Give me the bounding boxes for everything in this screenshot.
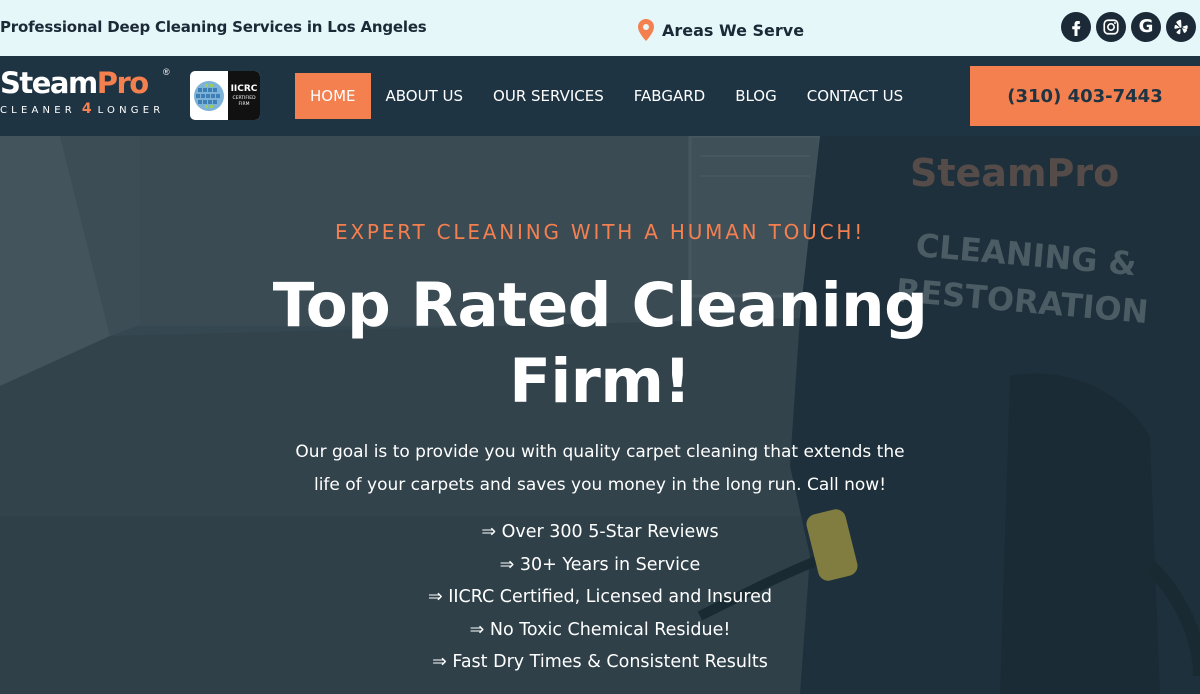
nav-our-services[interactable]: OUR SERVICES — [478, 73, 619, 119]
nav-blog[interactable]: BLOG — [720, 73, 792, 119]
benefit-item: ⇒ IICRC Certified, Licensed and Insured — [427, 587, 773, 607]
map-pin-icon — [638, 19, 654, 41]
hero-headline: Top Rated Cleaning Firm! — [272, 270, 928, 417]
yelp-link[interactable] — [1166, 12, 1196, 42]
instagram-icon — [1103, 19, 1119, 35]
phone-call-button[interactable]: (310) 403-7443 — [970, 66, 1200, 126]
badge-title: IICRC — [230, 83, 258, 94]
areas-label: Areas We Serve — [662, 20, 805, 40]
areas-we-serve-link[interactable]: Areas We Serve — [638, 19, 804, 41]
main-header: SteamPro ® CLEANER 4 LONGER IICRC CERTIFIE… — [0, 56, 1200, 136]
steampro-logo[interactable]: SteamPro ® CLEANER 4 LONGER — [0, 67, 175, 121]
hero-section: SteamPro CLEANING & RESTORATION EXPERT C… — [0, 136, 1200, 694]
benefit-item: ⇒ Fast Dry Times & Consistent Results — [432, 652, 768, 672]
nav-home[interactable]: HOME — [295, 73, 371, 119]
social-links: G — [1061, 12, 1196, 42]
hero-eyebrow: EXPERT CLEANING WITH A HUMAN TOUCH! — [334, 220, 866, 244]
badge-subtitle: CERTIFIED FIRM — [232, 95, 256, 107]
yelp-icon — [1174, 19, 1188, 35]
logo-wordmark: SteamPro — [0, 66, 149, 100]
top-bar: Professional Deep Cleaning Services in L… — [0, 0, 1200, 56]
iicrc-certified-badge: IICRC CERTIFIED FIRM — [190, 71, 260, 120]
facebook-icon — [1072, 21, 1081, 36]
google-icon: G — [1138, 16, 1154, 37]
globe-icon — [190, 71, 228, 120]
tagline: Professional Deep Cleaning Services in L… — [0, 18, 427, 36]
main-nav: HOME ABOUT US OUR SERVICES FABGARD BLOG … — [295, 73, 918, 119]
hero-content: EXPERT CLEANING WITH A HUMAN TOUCH! Top … — [0, 136, 1200, 694]
nav-fabgard[interactable]: FABGARD — [619, 73, 720, 119]
hero-benefits-list: ⇒ Over 300 5-Star Reviews ⇒ 30+ Years in… — [0, 516, 1200, 679]
nav-contact-us[interactable]: CONTACT US — [792, 73, 918, 119]
facebook-link[interactable] — [1061, 12, 1091, 42]
benefit-item: ⇒ 30+ Years in Service — [499, 554, 701, 575]
instagram-link[interactable] — [1096, 12, 1126, 42]
benefit-item: ⇒ No Toxic Chemical Residue! — [469, 619, 731, 640]
logo-tagline: CLEANER 4 LONGER — [0, 101, 165, 117]
nav-about-us[interactable]: ABOUT US — [371, 73, 479, 119]
google-link[interactable]: G — [1131, 12, 1161, 42]
benefit-item: ⇒ Over 300 5-Star Reviews — [481, 522, 719, 542]
hero-lead-text: Our goal is to provide you with quality … — [295, 442, 905, 495]
registered-mark: ® — [163, 67, 170, 77]
